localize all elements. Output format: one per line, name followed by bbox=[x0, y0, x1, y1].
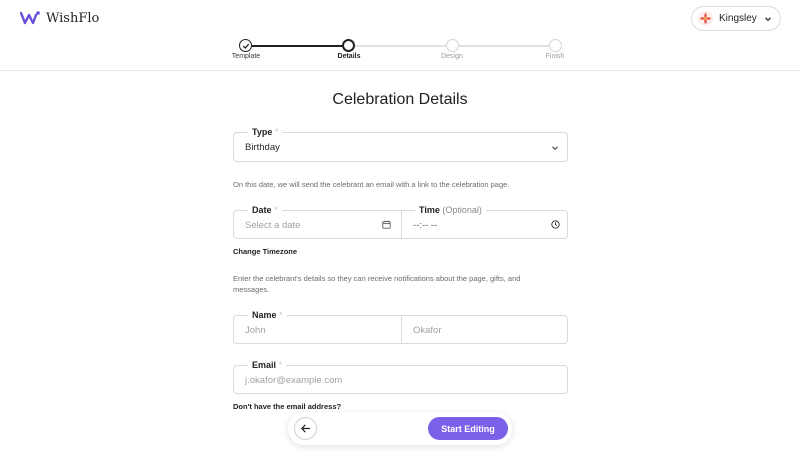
progress-stepper: Template Details Design Finish bbox=[0, 38, 800, 68]
first-name-input[interactable]: John bbox=[234, 316, 401, 343]
top-header: WishFlo Kingsley Template Details Design… bbox=[0, 0, 800, 71]
start-editing-button[interactable]: Start Editing bbox=[428, 417, 508, 440]
page-title: Celebration Details bbox=[332, 91, 468, 108]
date-placeholder: Select a date bbox=[245, 220, 301, 231]
step-finish-indicator[interactable] bbox=[549, 39, 562, 52]
first-name-placeholder: John bbox=[245, 325, 266, 336]
chevron-down-icon bbox=[552, 146, 558, 151]
chevron-down-icon bbox=[765, 17, 771, 22]
step-details-label: Details bbox=[337, 53, 361, 60]
change-timezone-link[interactable]: Change Timezone bbox=[233, 247, 297, 256]
app-logo[interactable]: WishFlo bbox=[20, 10, 99, 26]
step-design-indicator[interactable] bbox=[446, 39, 459, 52]
time-input[interactable]: --:-- -- bbox=[402, 211, 568, 238]
time-placeholder: --:-- -- bbox=[413, 220, 438, 231]
check-icon bbox=[242, 43, 249, 49]
email-label-text: Email bbox=[252, 360, 277, 370]
step-template-label: Template bbox=[231, 53, 261, 60]
app-name: WishFlo bbox=[46, 10, 100, 26]
type-select[interactable]: Type * Birthday bbox=[233, 127, 568, 162]
bottom-action-bar: Start Editing bbox=[288, 412, 512, 445]
required-mark: * bbox=[274, 127, 279, 137]
required-mark: * bbox=[278, 360, 283, 370]
type-label: Type * bbox=[248, 127, 283, 138]
type-label-text: Type bbox=[252, 127, 273, 137]
stepper-line-complete bbox=[252, 45, 342, 47]
avatar bbox=[698, 11, 713, 26]
last-name-placeholder: Okafor bbox=[413, 325, 442, 336]
email-label: Email * bbox=[248, 360, 287, 371]
back-button[interactable] bbox=[294, 417, 317, 440]
step-design-label: Design bbox=[441, 53, 463, 60]
user-name: Kingsley bbox=[719, 13, 757, 24]
name-group: Name * John Okafor bbox=[233, 310, 568, 344]
date-hint: On this date, we will send the celebrant… bbox=[233, 180, 510, 189]
details-hint: Enter the celebrant's details so they ca… bbox=[233, 274, 521, 294]
email-placeholder: j.okafor@example.com bbox=[245, 375, 343, 386]
clock-icon[interactable] bbox=[551, 220, 560, 229]
no-email-link[interactable]: Don't have the email address? bbox=[233, 402, 341, 411]
user-menu-button[interactable]: Kingsley bbox=[691, 6, 781, 31]
wishflo-logo-icon bbox=[20, 11, 40, 25]
date-input[interactable]: Select a date bbox=[234, 211, 401, 238]
flower-icon bbox=[700, 13, 711, 24]
email-field[interactable]: Email * j.okafor@example.com bbox=[233, 360, 568, 394]
step-finish-label: Finish bbox=[545, 53, 565, 60]
type-value: Birthday bbox=[245, 142, 280, 153]
arrow-left-icon bbox=[301, 424, 311, 433]
calendar-icon[interactable] bbox=[382, 220, 391, 229]
step-template-indicator[interactable] bbox=[239, 39, 252, 52]
step-details-indicator[interactable] bbox=[342, 39, 355, 52]
date-time-group: Date * Select a date Time (Optional) --:… bbox=[233, 205, 568, 239]
last-name-input[interactable]: Okafor bbox=[402, 316, 568, 343]
